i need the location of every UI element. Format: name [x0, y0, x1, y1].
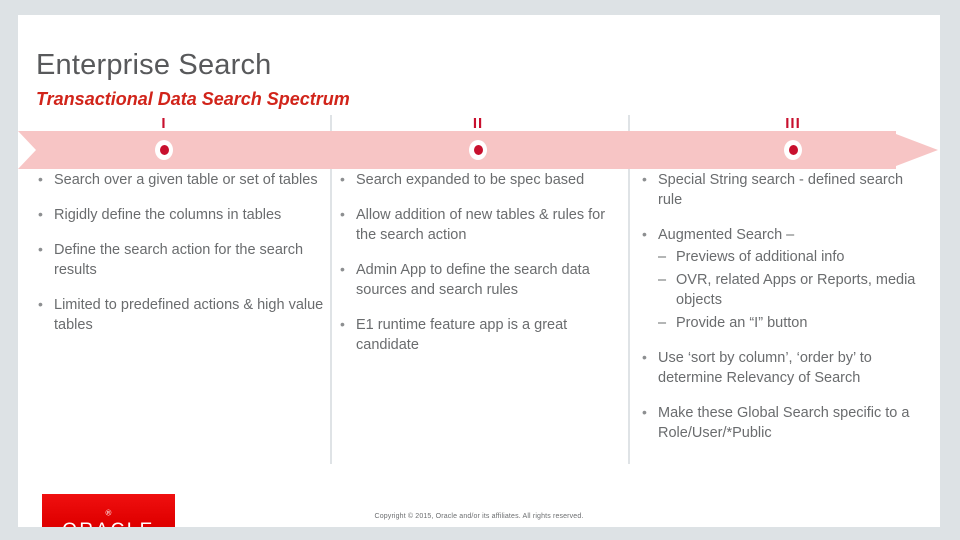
phase-column-3: Special String search - defined search r…	[640, 169, 930, 458]
bullet-text: Augmented Search –	[658, 227, 795, 243]
phase-marker-3: III	[763, 116, 823, 169]
list-item: Define the search action for the search …	[36, 239, 324, 280]
phase-column-2: Search expanded to be spec based Allow a…	[338, 169, 628, 370]
spectrum-arrow: I II III	[18, 116, 940, 169]
sub-bullet-text: Provide an “I” button	[676, 315, 808, 331]
phase-3-bullet-list: Special String search - defined search r…	[640, 169, 930, 443]
slide-canvas: Enterprise Search Transactional Data Sea…	[18, 15, 940, 527]
bullet-text: Make these Global Search specific to a R…	[658, 405, 910, 441]
list-item: Special String search - defined search r…	[640, 169, 930, 210]
phase-marker-1-dot-inner	[160, 145, 169, 155]
bullet-text: Use ‘sort by column’, ‘order by’ to dete…	[658, 350, 872, 386]
bullet-text: Admin App to define the search data sour…	[356, 262, 590, 298]
bullet-text: Define the search action for the search …	[54, 242, 304, 278]
phase-marker-2-numeral: II	[472, 115, 484, 132]
phase-marker-3-dot-inner	[789, 145, 798, 155]
oracle-wordmark: ORACLE	[42, 520, 175, 527]
list-item: Search over a given table or set of tabl…	[36, 169, 324, 190]
list-item: E1 runtime feature app is a great candid…	[338, 314, 628, 355]
bullet-text: Search over a given table or set of tabl…	[54, 172, 318, 188]
phase-1-bullet-list: Search over a given table or set of tabl…	[36, 169, 324, 335]
copyright-notice: Copyright © 2015, Oracle and/or its affi…	[374, 513, 584, 520]
oracle-logo: ORACLE®	[42, 494, 175, 527]
page-subtitle: Transactional Data Search Spectrum	[36, 89, 350, 109]
sub-bullet-text: OVR, related Apps or Reports, media obje…	[676, 272, 916, 308]
list-item: Augmented Search – Previews of additiona…	[640, 224, 930, 333]
bullet-text: Limited to predefined actions & high val…	[54, 297, 324, 333]
sub-list-item: Previews of additional info	[658, 247, 930, 267]
phase-2-bullet-list: Search expanded to be spec based Allow a…	[338, 169, 628, 355]
list-item: Rigidly define the columns in tables	[36, 204, 324, 225]
bullet-text: E1 runtime feature app is a great candid…	[356, 317, 568, 353]
list-item: Admin App to define the search data sour…	[338, 259, 628, 300]
bullet-text: Search expanded to be spec based	[356, 172, 585, 188]
bullet-text: Special String search - defined search r…	[658, 172, 904, 208]
sub-bullet-text: Previews of additional info	[676, 249, 845, 265]
page-title: Enterprise Search	[36, 49, 272, 81]
bullet-text: Allow addition of new tables & rules for…	[356, 207, 606, 243]
phase-marker-2-dot-inner	[474, 145, 483, 155]
phase-marker-1: I	[134, 116, 194, 169]
phase-marker-3-numeral: III	[785, 115, 801, 132]
phase-marker-1-numeral: I	[161, 115, 167, 132]
list-item: Search expanded to be spec based	[338, 169, 628, 190]
list-item: Limited to predefined actions & high val…	[36, 294, 324, 335]
list-item: Allow addition of new tables & rules for…	[338, 204, 628, 245]
list-item: Make these Global Search specific to a R…	[640, 402, 930, 443]
bullet-text: Rigidly define the columns in tables	[54, 207, 282, 223]
sub-list-item: OVR, related Apps or Reports, media obje…	[658, 270, 930, 310]
phase-marker-2: II	[448, 116, 508, 169]
phase-3-sub-list: Previews of additional info OVR, related…	[658, 247, 930, 333]
phase-column-1: Search over a given table or set of tabl…	[36, 169, 324, 350]
list-item: Use ‘sort by column’, ‘order by’ to dete…	[640, 347, 930, 388]
sub-list-item: Provide an “I” button	[658, 313, 930, 333]
